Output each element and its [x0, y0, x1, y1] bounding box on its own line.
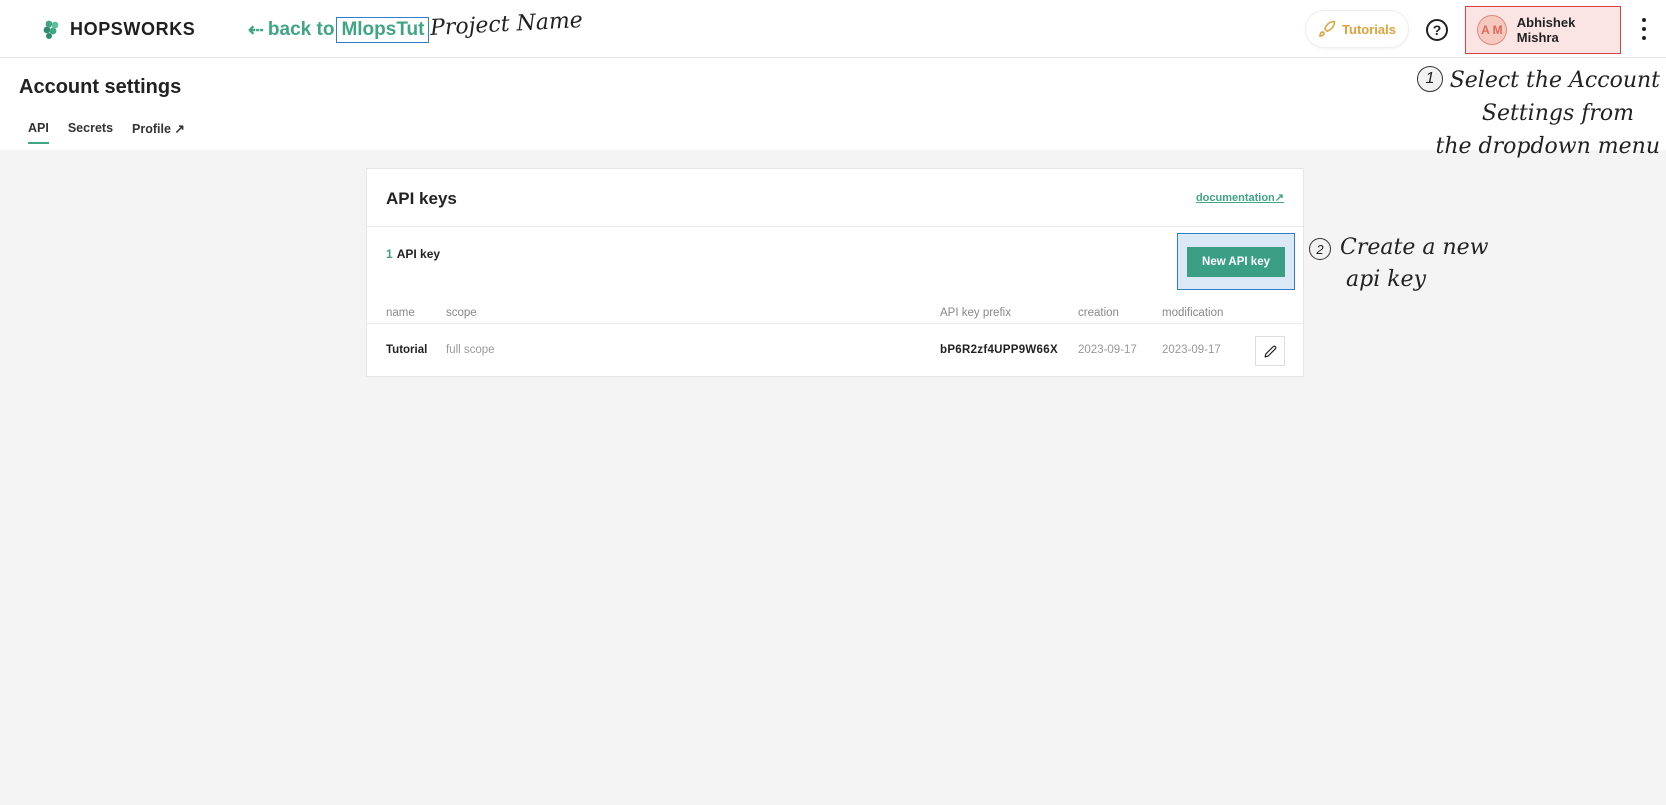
- project-name-annotation: Project Name: [429, 8, 584, 41]
- brand-logo[interactable]: HOPSWORKS: [40, 17, 195, 41]
- tutorials-button[interactable]: Tutorials: [1306, 11, 1408, 47]
- key-prefix: bP6R2zf4UPP9W66X: [940, 344, 1058, 356]
- rocket-icon: [1319, 20, 1336, 37]
- step-1-line: Select the Account: [1449, 68, 1660, 93]
- back-label: back to: [267, 19, 335, 40]
- tab-secrets[interactable]: Secrets: [68, 121, 113, 144]
- step-1-line: the dropdown menu: [1435, 134, 1661, 159]
- project-name-link[interactable]: MlopsTut: [336, 17, 430, 43]
- avatar: A M: [1477, 15, 1507, 45]
- new-api-key-button[interactable]: New API key: [1187, 246, 1285, 277]
- step-2-marker: 2: [1309, 238, 1331, 260]
- top-navbar: HOPSWORKS ⇠ back to MlopsTut Project Nam…: [0, 0, 1666, 58]
- column-header-scope: scope: [446, 307, 477, 319]
- documentation-link[interactable]: documentation↗: [1196, 191, 1284, 204]
- api-keys-panel: API keys documentation↗ 1 API key New API…: [366, 168, 1304, 377]
- table-divider: [367, 323, 1303, 324]
- pencil-icon: [1263, 345, 1276, 358]
- step-1-annotation: Select the Account Settings from the dro…: [1416, 64, 1661, 163]
- edit-key-button[interactable]: [1255, 336, 1285, 366]
- column-header-creation: creation: [1078, 307, 1119, 319]
- tab-profile[interactable]: Profile ↗: [132, 121, 185, 144]
- key-scope: full scope: [446, 344, 495, 356]
- more-vertical-icon[interactable]: [1636, 18, 1652, 40]
- help-circle-icon[interactable]: ?: [1426, 19, 1448, 41]
- step-2-line: api key: [1346, 267, 1427, 292]
- arrow-left-icon: ⇠: [248, 19, 264, 41]
- key-name: Tutorial: [386, 344, 428, 356]
- page-title: Account settings: [19, 76, 182, 98]
- back-to-project-link[interactable]: ⇠ back to MlopsTut: [248, 17, 430, 43]
- count-label: API key: [396, 247, 441, 261]
- tab-api[interactable]: API: [28, 121, 49, 144]
- user-name: Abhishek Mishra: [1516, 15, 1576, 45]
- brand-name: HOPSWORKS: [70, 18, 196, 39]
- column-header-prefix: API key prefix: [940, 307, 1011, 319]
- panel-title: API keys: [386, 189, 457, 208]
- step-2-line: Create a new: [1340, 235, 1489, 260]
- column-header-modification: modification: [1162, 307, 1224, 319]
- hopsworks-logo-icon: [43, 20, 59, 39]
- panel-header: API keys documentation↗: [367, 169, 1303, 227]
- count-number: 1: [386, 247, 393, 261]
- key-modification-date: 2023-09-17: [1162, 344, 1221, 356]
- column-header-name: name: [386, 307, 415, 319]
- step-1-line: Settings from: [1481, 101, 1634, 126]
- new-api-key-highlight: New API key: [1177, 233, 1295, 290]
- key-creation-date: 2023-09-17: [1078, 344, 1137, 356]
- tutorials-label: Tutorials: [1342, 21, 1396, 37]
- user-menu-button[interactable]: A M Abhishek Mishra: [1465, 6, 1621, 54]
- step-2-annotation: Create a new api key: [1340, 232, 1488, 296]
- settings-tabs: API Secrets Profile ↗: [28, 121, 185, 144]
- api-key-count: 1 API key: [386, 247, 440, 261]
